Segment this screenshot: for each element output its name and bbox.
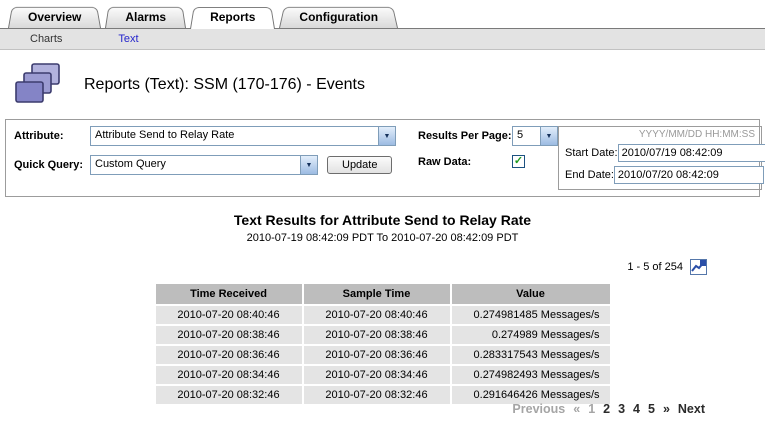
quick-query-label: Quick Query:	[14, 159, 90, 171]
results-per-page-dropdown[interactable]: 5 ▼	[512, 126, 558, 146]
results-subtitle: 2010-07-19 08:42:09 PDT To 2010-07-20 08…	[0, 232, 765, 244]
column-header-sample-time: Sample Time	[304, 284, 450, 304]
results-per-page-value: 5	[513, 127, 540, 145]
quick-query-dropdown-value: Custom Query	[91, 156, 300, 174]
results-title: Text Results for Attribute Send to Relay…	[0, 212, 765, 228]
column-header-time-received: Time Received	[156, 284, 302, 304]
sample-time-cell: 2010-07-20 08:40:46	[304, 306, 450, 324]
table-row: 2010-07-20 08:40:46 2010-07-20 08:40:46 …	[156, 306, 610, 324]
pagination-prev-arrow-icon: «	[573, 402, 580, 416]
results-per-page-label: Results Per Page:	[418, 130, 512, 142]
quick-query-dropdown[interactable]: Custom Query ▼	[90, 155, 318, 175]
date-range-box: YYYY/MM/DD HH:MM:SS Start Date: End Date…	[558, 126, 762, 190]
time-received-cell: 2010-07-20 08:40:46	[156, 306, 302, 324]
page-header: Reports (Text): SSM (170-176) - Events	[0, 50, 765, 117]
time-received-cell: 2010-07-20 08:38:46	[156, 326, 302, 344]
sample-time-cell: 2010-07-20 08:38:46	[304, 326, 450, 344]
reports-stacked-documents-icon	[14, 62, 62, 107]
pagination-page-3[interactable]: 3	[618, 402, 625, 416]
chevron-down-icon: ▼	[540, 127, 557, 145]
date-format-hint: YYYY/MM/DD HH:MM:SS	[565, 129, 755, 140]
attribute-label: Attribute:	[14, 130, 90, 142]
pagination-next[interactable]: Next	[678, 402, 705, 416]
pagination-page-5[interactable]: 5	[648, 402, 655, 416]
chevron-down-icon: ▼	[300, 156, 317, 174]
update-button[interactable]: Update	[327, 156, 392, 174]
pagination-previous: Previous	[512, 402, 565, 416]
result-range-text: 1 - 5 of 254	[627, 261, 683, 273]
tab-configuration[interactable]: Configuration	[279, 5, 398, 28]
value-cell: 0.283317543 Messages/s	[452, 346, 610, 364]
query-panel: Attribute: Attribute Send to Relay Rate …	[5, 119, 760, 197]
sample-time-cell: 2010-07-20 08:32:46	[304, 386, 450, 404]
column-header-value: Value	[452, 284, 610, 304]
main-tab-bar: Overview Alarms Reports Configuration	[0, 0, 765, 29]
attribute-dropdown-value: Attribute Send to Relay Rate	[91, 127, 378, 145]
sample-time-cell: 2010-07-20 08:34:46	[304, 366, 450, 384]
pagination-page-2[interactable]: 2	[603, 402, 610, 416]
pagination-page-1: 1	[588, 402, 595, 416]
checkmark-icon: ✓	[514, 156, 523, 167]
pagination-page-4[interactable]: 4	[633, 402, 640, 416]
start-date-label: Start Date:	[565, 147, 618, 159]
time-received-cell: 2010-07-20 08:32:46	[156, 386, 302, 404]
attribute-dropdown[interactable]: Attribute Send to Relay Rate ▼	[90, 126, 396, 146]
tab-alarms[interactable]: Alarms	[105, 5, 186, 28]
value-cell: 0.274981485 Messages/s	[452, 306, 610, 324]
chart-view-icon[interactable]	[690, 259, 707, 275]
table-row: 2010-07-20 08:36:46 2010-07-20 08:36:46 …	[156, 346, 610, 364]
value-cell: 0.274989 Messages/s	[452, 326, 610, 344]
time-received-cell: 2010-07-20 08:34:46	[156, 366, 302, 384]
end-date-input[interactable]	[614, 166, 764, 184]
results-table: Time Received Sample Time Value 2010-07-…	[154, 282, 612, 406]
table-row: 2010-07-20 08:38:46 2010-07-20 08:38:46 …	[156, 326, 610, 344]
end-date-label: End Date:	[565, 169, 614, 181]
pagination: Previous « 1 2 3 4 5 » Next	[512, 402, 705, 416]
tab-reports[interactable]: Reports	[190, 5, 275, 28]
time-received-cell: 2010-07-20 08:36:46	[156, 346, 302, 364]
reports-subnav: Charts Text	[0, 29, 765, 50]
raw-data-label: Raw Data:	[418, 156, 512, 168]
tab-overview[interactable]: Overview	[8, 5, 101, 28]
pagination-next-arrow-icon[interactable]: »	[663, 402, 670, 416]
page-title: Reports (Text): SSM (170-176) - Events	[84, 76, 365, 94]
chevron-down-icon: ▼	[378, 127, 395, 145]
raw-data-checkbox[interactable]: ✓	[512, 155, 525, 168]
table-row: 2010-07-20 08:34:46 2010-07-20 08:34:46 …	[156, 366, 610, 384]
start-date-input[interactable]	[618, 144, 765, 162]
subnav-text[interactable]: Text	[118, 33, 138, 45]
value-cell: 0.274982493 Messages/s	[452, 366, 610, 384]
subnav-charts[interactable]: Charts	[30, 33, 62, 45]
sample-time-cell: 2010-07-20 08:36:46	[304, 346, 450, 364]
